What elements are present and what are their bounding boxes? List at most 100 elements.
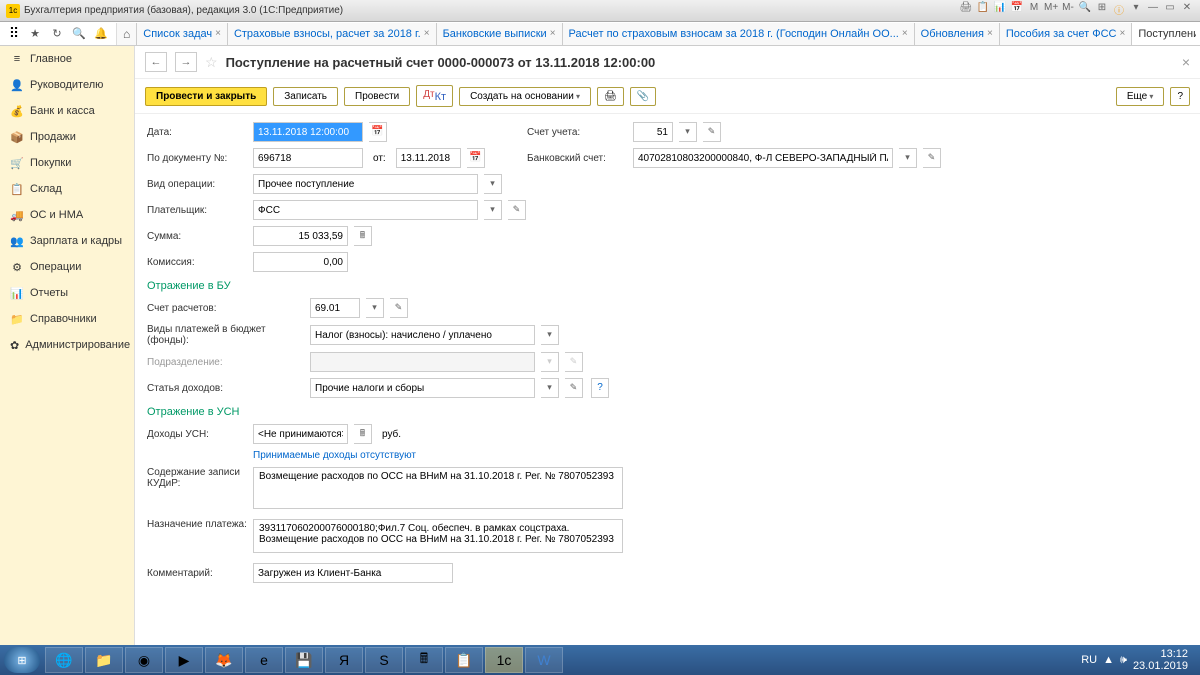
task-word[interactable]: W xyxy=(525,647,563,673)
payer-input[interactable] xyxy=(253,200,478,220)
open-icon[interactable] xyxy=(923,148,941,168)
task-ie2[interactable]: e xyxy=(245,647,283,673)
task-firefox[interactable]: 🦊 xyxy=(205,647,243,673)
submit-close-button[interactable]: Провести и закрыть xyxy=(145,87,267,106)
sidebar-item-reports[interactable]: 📊Отчеты xyxy=(0,280,134,306)
dropdown-icon[interactable] xyxy=(366,298,384,318)
calc-account-input[interactable] xyxy=(310,298,360,318)
tool-icon[interactable]: ▾ xyxy=(1129,2,1143,16)
nav-forward-button[interactable]: → xyxy=(175,52,197,72)
search-icon[interactable]: 🔍 xyxy=(70,25,88,43)
save-button[interactable]: Записать xyxy=(273,87,338,106)
close-icon[interactable]: × xyxy=(550,28,556,39)
tool-icon[interactable]: М xyxy=(1027,2,1041,16)
dropdown-icon[interactable] xyxy=(899,148,917,168)
account-input[interactable] xyxy=(633,122,673,142)
doc-num-input[interactable] xyxy=(253,148,363,168)
tool-icon[interactable]: 📋 xyxy=(976,2,990,16)
sidebar-item-salary[interactable]: 👥Зарплата и кадры xyxy=(0,228,134,254)
more-button[interactable]: Еще xyxy=(1116,87,1165,106)
dropdown-icon[interactable] xyxy=(484,200,502,220)
kudir-textarea[interactable] xyxy=(253,467,623,509)
sidebar-item-manager[interactable]: 👤Руководителю xyxy=(0,72,134,98)
tab-item[interactable]: Обновления× xyxy=(915,23,1000,45)
tab-item[interactable]: Расчет по страховым взносам за 2018 г. (… xyxy=(563,23,915,45)
amount-input[interactable] xyxy=(253,226,348,246)
close-icon[interactable]: × xyxy=(1120,28,1126,39)
attach-button[interactable]: 📎 xyxy=(630,87,656,106)
star-icon[interactable]: ★ xyxy=(26,25,44,43)
tool-icon[interactable]: 📅 xyxy=(1010,2,1024,16)
favorite-icon[interactable]: ☆ xyxy=(205,54,218,71)
calendar-icon[interactable] xyxy=(467,148,485,168)
maximize-btn[interactable]: ▭ xyxy=(1163,2,1177,16)
history-icon[interactable]: ↻ xyxy=(48,25,66,43)
comment-input[interactable] xyxy=(253,563,453,583)
dt-kt-button[interactable]: ДтКт xyxy=(416,85,453,107)
apps-menu-icon[interactable]: ⠿ xyxy=(4,24,24,44)
sidebar-item-bank[interactable]: 💰Банк и касса xyxy=(0,98,134,124)
dropdown-icon[interactable] xyxy=(484,174,502,194)
calculator-icon[interactable] xyxy=(354,424,372,444)
sidebar-item-main[interactable]: ≡Главное xyxy=(0,46,134,72)
close-btn[interactable]: ✕ xyxy=(1180,2,1194,16)
sidebar-item-assets[interactable]: 🚚ОС и НМА xyxy=(0,202,134,228)
open-icon[interactable] xyxy=(390,298,408,318)
task-ie[interactable]: 🌐 xyxy=(45,647,83,673)
tool-icon[interactable]: 🔍 xyxy=(1078,2,1092,16)
income-article-input[interactable] xyxy=(310,378,535,398)
dropdown-icon[interactable] xyxy=(541,325,559,345)
sidebar-item-warehouse[interactable]: 📋Склад xyxy=(0,176,134,202)
tab-item[interactable]: Страховые взносы, расчет за 2018 г.× xyxy=(228,23,437,45)
sidebar-item-admin[interactable]: ✿Администрирование xyxy=(0,332,134,358)
sidebar-item-sales[interactable]: 📦Продажи xyxy=(0,124,134,150)
close-icon[interactable]: × xyxy=(424,28,430,39)
from-date-input[interactable] xyxy=(396,148,461,168)
tool-icon[interactable]: ⊞ xyxy=(1095,2,1109,16)
tool-icon[interactable]: М+ xyxy=(1044,2,1058,16)
bank-account-input[interactable] xyxy=(633,148,893,168)
budget-types-input[interactable] xyxy=(310,325,535,345)
tab-item[interactable]: Пособия за счет ФСС× xyxy=(1000,23,1133,45)
tab-item[interactable]: Банковские выписки× xyxy=(437,23,563,45)
commission-input[interactable] xyxy=(253,252,348,272)
task-1c[interactable]: 1c xyxy=(485,647,523,673)
task-calc[interactable]: 🖩 xyxy=(405,647,443,673)
help-button[interactable]: ? xyxy=(1170,87,1190,106)
sidebar-item-operations[interactable]: ⚙Операции xyxy=(0,254,134,280)
open-icon[interactable] xyxy=(508,200,526,220)
nav-back-button[interactable]: ← xyxy=(145,52,167,72)
open-icon[interactable] xyxy=(703,122,721,142)
submit-button[interactable]: Провести xyxy=(344,87,410,106)
tab-item-active[interactable]: Поступление на расчетный счет 0000-00007… xyxy=(1132,23,1196,45)
task-skype[interactable]: S xyxy=(365,647,403,673)
tray-lang[interactable]: RU xyxy=(1081,654,1097,666)
task-yandex[interactable]: Я xyxy=(325,647,363,673)
dropdown-icon[interactable] xyxy=(679,122,697,142)
task-chrome[interactable]: ◉ xyxy=(125,647,163,673)
close-icon[interactable]: × xyxy=(987,28,993,39)
tool-icon[interactable]: М- xyxy=(1061,2,1075,16)
dropdown-icon[interactable] xyxy=(541,378,559,398)
calculator-icon[interactable] xyxy=(354,226,372,246)
sidebar-item-catalogs[interactable]: 📁Справочники xyxy=(0,306,134,332)
usn-note-link[interactable]: Принимаемые доходы отсутствуют xyxy=(253,450,1188,461)
tool-icon[interactable]: ⓘ xyxy=(1112,2,1126,16)
tool-icon[interactable]: 📊 xyxy=(993,2,1007,16)
close-icon[interactable]: × xyxy=(902,28,908,39)
tray-network-icon[interactable]: 🕪 xyxy=(1120,654,1127,667)
sidebar-item-purchases[interactable]: 🛒Покупки xyxy=(0,150,134,176)
tab-item[interactable]: Список задач× xyxy=(137,23,228,45)
op-type-input[interactable] xyxy=(253,174,478,194)
calendar-icon[interactable] xyxy=(369,122,387,142)
task-notes[interactable]: 📋 xyxy=(445,647,483,673)
task-save[interactable]: 💾 xyxy=(285,647,323,673)
start-button[interactable]: ⊞ xyxy=(4,647,40,673)
tray-flag-icon[interactable]: ▲ xyxy=(1103,654,1114,666)
tray-clock[interactable]: 13:12 23.01.2019 xyxy=(1133,648,1188,672)
usn-income-input[interactable] xyxy=(253,424,348,444)
task-explorer[interactable]: 📁 xyxy=(85,647,123,673)
print-button[interactable]: 🖨 xyxy=(597,87,624,106)
bell-icon[interactable]: 🔔 xyxy=(92,25,110,43)
close-document-button[interactable]: × xyxy=(1182,54,1190,70)
